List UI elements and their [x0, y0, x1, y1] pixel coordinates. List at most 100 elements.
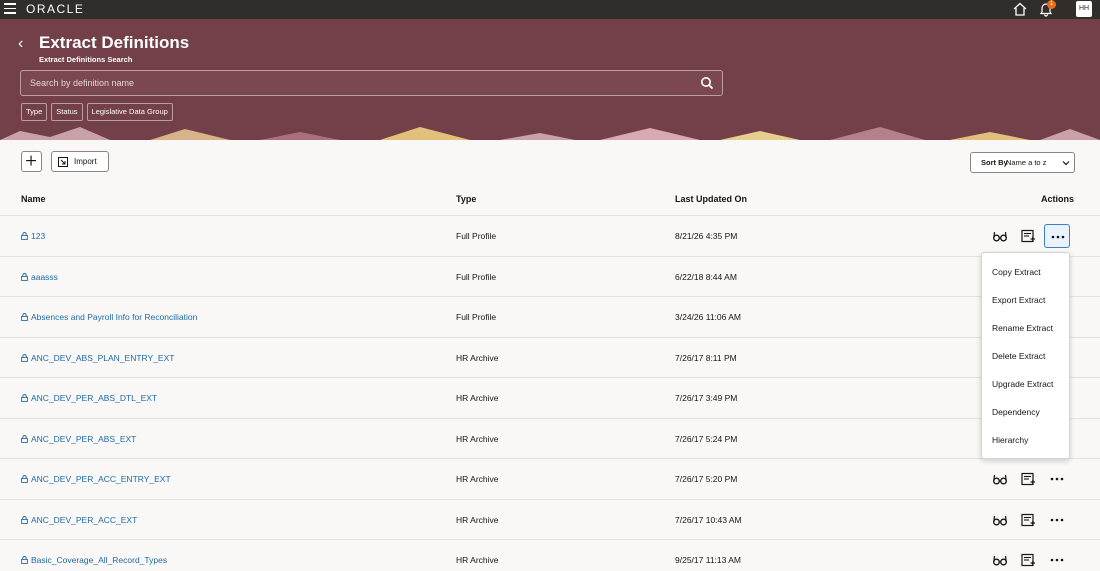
extract-name[interactable]: ANC_DEV_PER_ACC_ENTRY_EXT	[31, 474, 171, 484]
extract-type: Full Profile	[456, 231, 497, 241]
extract-type: HR Archive	[456, 555, 499, 565]
import-icon	[58, 157, 68, 167]
extract-last-updated: 7/26/17 8:11 PM	[675, 352, 737, 363]
table-row[interactable]: ANC_DEV_PER_ACC_ENTRY_EXT HR Archive 7/26/…	[0, 458, 1100, 499]
oracle-logo: ORACLE	[26, 2, 85, 16]
lock-icon	[21, 313, 28, 321]
table-row[interactable]: ANC_DEV_ABS_PLAN_ENTRY_EXT HR Archive 7/26…	[0, 336, 1100, 378]
view-icon[interactable]	[992, 512, 1008, 528]
extract-name[interactable]: aaasss	[31, 272, 58, 282]
page-subtitle: Extract Definitions Search	[39, 55, 133, 64]
view-icon[interactable]	[992, 552, 1008, 568]
extract-last-updated: 7/26/17 5:24 PM	[675, 433, 738, 444]
more-actions-icon[interactable]	[1044, 224, 1070, 248]
extract-last-updated: 3/24/26 11:06 AM	[675, 312, 742, 322]
home-icon[interactable]	[1012, 1, 1028, 17]
back-button[interactable]: ‹	[18, 35, 23, 53]
extract-name-link[interactable]: 123	[21, 231, 45, 241]
extract-name-link[interactable]: Basic_Coverage_All_Record_Types	[21, 555, 167, 565]
actions-menu: Copy Extract Export Extract Rename Extra…	[981, 252, 1070, 459]
extract-type: HR Archive	[456, 393, 499, 403]
sort-value: Name a to z	[1006, 158, 1047, 167]
table-row[interactable]: ANC_DEV_PER_ACC_EXT HR Archive 7/26/17 10:…	[0, 498, 1100, 540]
extract-name-link[interactable]: ANC_DEV_PER_ABS_DTL_EXT	[21, 393, 157, 403]
extract-name[interactable]: ANC_DEV_PER_ACC_EXT	[31, 515, 137, 525]
import-button[interactable]: Import	[51, 151, 109, 172]
filter-chips: Type Status Legislative Data Group	[21, 103, 173, 121]
plus-icon	[26, 155, 37, 166]
lock-icon	[21, 353, 28, 362]
table-row[interactable]: Absences and Payroll Info for Reconcilia…	[0, 296, 1100, 337]
extract-name[interactable]: 123	[31, 231, 45, 241]
extract-last-updated: 8/21/26 4:35 PM	[675, 231, 738, 241]
more-actions-icon[interactable]	[1044, 548, 1070, 571]
submit-extract-icon[interactable]	[1020, 552, 1036, 568]
menu-copy-extract[interactable]: Copy Extract	[992, 267, 1041, 277]
column-header-name[interactable]: Name	[21, 194, 46, 204]
decorative-pattern	[0, 127, 1100, 140]
column-header-last-updated[interactable]: Last Updated On	[675, 194, 747, 204]
extract-type: HR Archive	[456, 474, 499, 484]
extract-last-updated: 7/26/17 3:49 PM	[675, 393, 738, 403]
lock-icon	[21, 434, 28, 443]
extract-last-updated: 7/26/17 5:20 PM	[675, 474, 738, 484]
page-header-banner: ‹ Extract Definitions Extract Definition…	[0, 19, 1100, 140]
menu-upgrade-extract[interactable]: Upgrade Extract	[992, 379, 1053, 389]
extract-name-link[interactable]: ANC_DEV_PER_ABS_EXT	[21, 434, 136, 444]
menu-rename-extract[interactable]: Rename Extract	[992, 323, 1053, 333]
extract-name[interactable]: ANC_DEV_PER_ABS_DTL_EXT	[31, 393, 157, 403]
extract-name[interactable]: Absences and Payroll Info for Reconcilia…	[31, 312, 197, 322]
sort-dropdown[interactable]: Sort By Name a to z	[970, 152, 1075, 173]
extract-type: HR Archive	[456, 352, 499, 363]
notification-badge: 1	[1047, 0, 1056, 9]
filter-status[interactable]: Status	[51, 103, 83, 121]
extract-last-updated: 9/25/17 11:13 AM	[675, 555, 742, 565]
global-header: ORACLE 1 HH	[0, 0, 1100, 19]
search-icon[interactable]	[700, 76, 714, 90]
lock-icon	[21, 515, 28, 524]
table-row[interactable]: aaasss Full Profile 6/22/18 8:44 AM	[0, 255, 1100, 297]
menu-delete-extract[interactable]: Delete Extract	[992, 351, 1045, 361]
submit-extract-icon[interactable]	[1020, 512, 1036, 528]
submit-extract-icon[interactable]	[1020, 471, 1036, 487]
extract-name[interactable]: Basic_Coverage_All_Record_Types	[31, 555, 167, 565]
sort-prefix: Sort By	[981, 158, 1008, 167]
lock-icon	[21, 475, 28, 483]
page-title: Extract Definitions	[39, 33, 190, 52]
lock-icon	[21, 394, 28, 402]
extract-name-link[interactable]: aaasss	[21, 272, 58, 282]
menu-icon[interactable]	[4, 3, 16, 15]
submit-extract-icon[interactable]	[1020, 228, 1036, 244]
extract-name-link[interactable]: ANC_DEV_PER_ACC_ENTRY_EXT	[21, 474, 171, 484]
extract-name-link[interactable]: ANC_DEV_ABS_PLAN_ENTRY_EXT	[21, 353, 174, 363]
column-header-type[interactable]: Type	[456, 194, 476, 204]
extract-name[interactable]: ANC_DEV_PER_ABS_EXT	[31, 434, 136, 444]
add-button[interactable]	[21, 151, 42, 172]
import-label: Import	[74, 157, 97, 166]
lock-icon	[21, 232, 28, 240]
extract-last-updated: 7/26/17 10:43 AM	[675, 514, 742, 525]
user-avatar[interactable]: HH	[1076, 1, 1092, 17]
extract-name-link[interactable]: Absences and Payroll Info for Reconcilia…	[21, 312, 197, 322]
table-row[interactable]: 123 Full Profile 8/21/26 4:35 PM	[0, 215, 1100, 256]
search-input[interactable]	[30, 71, 680, 95]
table-row[interactable]: ANC_DEV_PER_ABS_EXT HR Archive 7/26/17 5:2…	[0, 417, 1100, 459]
menu-dependency[interactable]: Dependency	[992, 407, 1040, 417]
filter-type[interactable]: Type	[21, 103, 48, 121]
table-row[interactable]: Basic_Coverage_All_Record_Types HR Archiv…	[0, 539, 1100, 571]
menu-export-extract[interactable]: Export Extract	[992, 295, 1045, 305]
more-actions-icon[interactable]	[1044, 467, 1070, 491]
view-icon[interactable]	[992, 228, 1008, 244]
table-row[interactable]: ANC_DEV_PER_ABS_DTL_EXT HR Archive 7/26/17…	[0, 377, 1100, 418]
menu-hierarchy[interactable]: Hierarchy	[992, 435, 1028, 445]
column-header-actions: Actions	[1041, 194, 1075, 204]
extract-name-link[interactable]: ANC_DEV_PER_ACC_EXT	[21, 515, 137, 525]
search-field[interactable]	[20, 70, 723, 96]
lock-icon	[21, 556, 28, 564]
more-actions-icon[interactable]	[1044, 508, 1070, 532]
extract-type: Full Profile	[456, 271, 497, 282]
view-icon[interactable]	[992, 471, 1008, 487]
filter-legislative-data-group[interactable]: Legislative Data Group	[86, 103, 173, 121]
extract-name[interactable]: ANC_DEV_ABS_PLAN_ENTRY_EXT	[31, 353, 174, 363]
extract-type: HR Archive	[456, 433, 499, 444]
